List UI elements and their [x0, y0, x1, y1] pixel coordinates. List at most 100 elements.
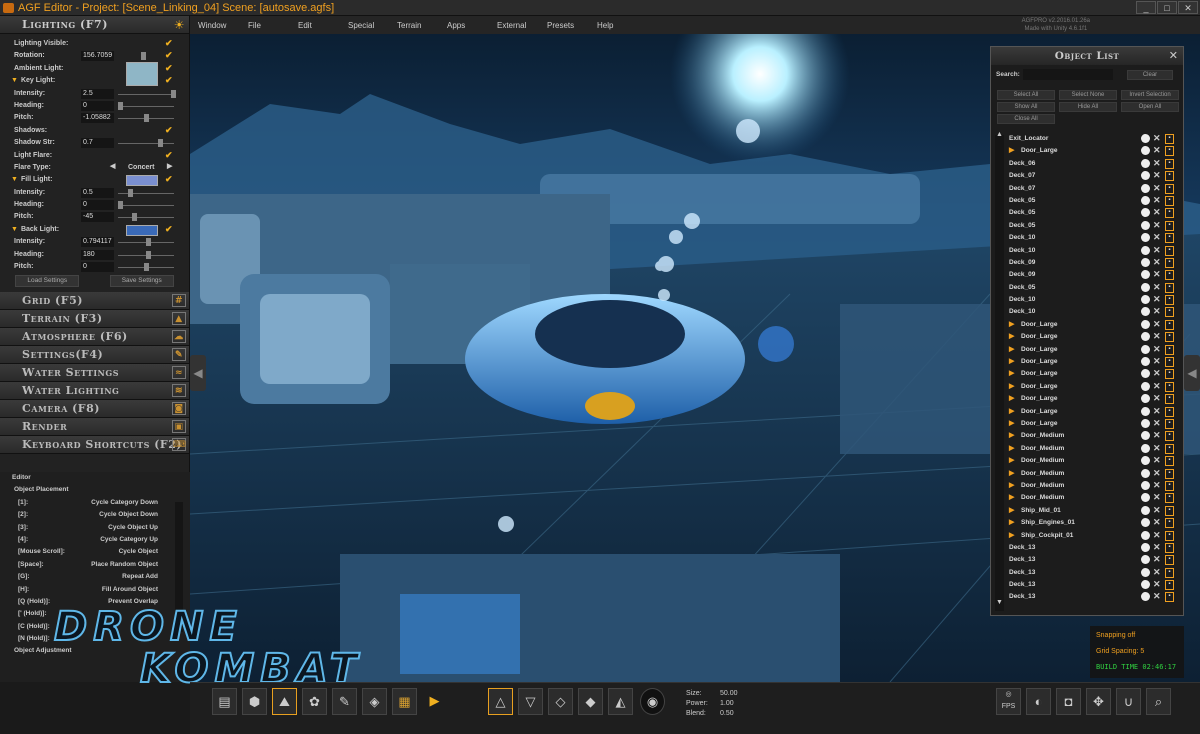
menu-window[interactable]: Window [198, 21, 226, 30]
lock-icon[interactable]: ▪ [1165, 195, 1174, 206]
visibility-eye-icon[interactable] [1141, 530, 1150, 540]
key-heading-handle[interactable] [118, 101, 123, 110]
delete-x-icon[interactable]: ✕ [1153, 505, 1161, 516]
menu-external[interactable]: External [497, 21, 526, 30]
visibility-eye-icon[interactable] [1141, 518, 1150, 528]
visibility-eye-icon[interactable] [1141, 480, 1150, 490]
visibility-eye-icon[interactable] [1141, 592, 1150, 602]
delete-x-icon[interactable]: ✕ [1153, 232, 1161, 243]
key-intensity-field[interactable]: 2.5 [81, 88, 114, 99]
visibility-eye-icon[interactable] [1141, 295, 1150, 305]
clear-button[interactable]: Clear [1127, 70, 1173, 80]
flare-prev-arrow[interactable]: ◀ [110, 162, 115, 170]
object-list-item[interactable]: ▶ Door_Large ✕ ▪ [991, 344, 1185, 356]
object-list-item[interactable]: Deck_05 ✕ ▪ [991, 220, 1185, 232]
delete-x-icon[interactable]: ✕ [1153, 195, 1161, 206]
key-heading-slider[interactable] [118, 105, 174, 107]
delete-x-icon[interactable]: ✕ [1153, 294, 1161, 305]
lower-terrain-icon[interactable]: ▽ [518, 688, 543, 715]
delete-x-icon[interactable]: ✕ [1153, 220, 1161, 231]
object-list-item[interactable]: Deck_13 ✕ ▪ [991, 542, 1185, 554]
flatten-terrain-icon[interactable]: ◭ [608, 688, 633, 715]
fill-heading-handle[interactable] [118, 201, 123, 210]
visibility-eye-icon[interactable] [1141, 443, 1150, 453]
section-grid[interactable]: Grid (F5) # [0, 292, 189, 311]
section-water-lighting[interactable]: Water Lighting ≋ [0, 382, 189, 401]
eye-icon[interactable]: ◐ [1026, 688, 1051, 715]
delete-x-icon[interactable]: ✕ [1153, 207, 1161, 218]
lock-icon[interactable]: ▪ [1165, 134, 1174, 144]
object-list-item[interactable]: Deck_10 ✕ ▪ [991, 306, 1185, 318]
rotation-handle[interactable] [141, 52, 146, 61]
delete-x-icon[interactable]: ✕ [1153, 530, 1161, 541]
delete-x-icon[interactable]: ✕ [1153, 443, 1161, 454]
terrain-tool-icon[interactable]: ⛰ [272, 688, 297, 715]
lock-icon[interactable]: ▪ [1165, 307, 1174, 318]
delete-x-icon[interactable]: ✕ [1153, 145, 1161, 156]
collapse-left-panel-button[interactable]: ◀ [190, 355, 206, 391]
rotation-field[interactable]: 156.7059 [81, 51, 114, 62]
expand-arrow-icon[interactable]: ▶ [1009, 493, 1014, 501]
back-intensity-field[interactable]: 0.794117 [81, 237, 114, 248]
visibility-eye-icon[interactable] [1141, 220, 1150, 230]
lighting-visible-checkbox[interactable]: ✔ [165, 38, 173, 49]
back-pitch-field[interactable]: 0 [81, 262, 114, 273]
object-list-item[interactable]: Deck_07 ✕ ▪ [991, 183, 1185, 195]
lock-icon[interactable]: ▪ [1165, 567, 1174, 578]
fill-pitch-handle[interactable] [132, 213, 137, 222]
object-list-item[interactable]: Deck_13 ✕ ▪ [991, 567, 1185, 579]
visibility-eye-icon[interactable] [1141, 171, 1150, 181]
expand-arrow-icon[interactable]: ▶ [1009, 469, 1014, 477]
delete-x-icon[interactable]: ✕ [1153, 468, 1161, 479]
close-window-button[interactable]: ✕ [1178, 1, 1198, 14]
lock-icon[interactable]: ▪ [1165, 369, 1174, 380]
visibility-eye-icon[interactable] [1141, 344, 1150, 354]
magnet-icon[interactable]: ∪ [1116, 688, 1141, 715]
section-render[interactable]: Render ▣ [0, 418, 189, 437]
object-icon[interactable]: ⬢ [242, 688, 267, 715]
delete-x-icon[interactable]: ✕ [1153, 579, 1161, 590]
back-heading-field[interactable]: 180 [81, 249, 114, 260]
delete-x-icon[interactable]: ✕ [1153, 455, 1161, 466]
visibility-eye-icon[interactable] [1141, 567, 1150, 577]
delete-x-icon[interactable]: ✕ [1153, 306, 1161, 317]
light-flare-checkbox[interactable]: ✔ [165, 150, 173, 161]
fill-intensity-slider[interactable] [118, 192, 174, 194]
visibility-eye-icon[interactable] [1141, 431, 1150, 441]
visibility-eye-icon[interactable] [1141, 183, 1150, 193]
delete-x-icon[interactable]: ✕ [1153, 517, 1161, 528]
lock-icon[interactable]: ▪ [1165, 456, 1174, 467]
flare-next-arrow[interactable]: ▶ [167, 162, 172, 170]
delete-x-icon[interactable]: ✕ [1153, 418, 1161, 429]
delete-x-icon[interactable]: ✕ [1153, 183, 1161, 194]
lock-icon[interactable]: ▪ [1165, 332, 1174, 343]
visibility-eye-icon[interactable] [1141, 555, 1150, 565]
section-settings[interactable]: Settings(F4) ✎ [0, 346, 189, 365]
raise-terrain-icon[interactable]: △ [488, 688, 513, 715]
key-intensity-handle[interactable] [171, 89, 176, 98]
visibility-eye-icon[interactable] [1141, 542, 1150, 552]
expand-arrow-icon[interactable]: ▶ [1009, 518, 1014, 526]
expand-arrow-icon[interactable]: ▶ [1009, 146, 1014, 154]
search-input[interactable] [1023, 69, 1113, 80]
select-all-button[interactable]: Select All [997, 90, 1055, 100]
object-list-item[interactable]: Deck_10 ✕ ▪ [991, 294, 1185, 306]
expand-arrow-icon[interactable]: ▶ [1009, 431, 1014, 439]
zoom-icon[interactable]: ⌕ [1146, 688, 1171, 715]
object-list-item[interactable]: ▶ Door_Medium ✕ ▪ [991, 492, 1185, 504]
brush-blend-value[interactable]: 0.50 [720, 710, 734, 717]
visibility-eye-icon[interactable] [1141, 406, 1150, 416]
delete-x-icon[interactable]: ✕ [1153, 170, 1161, 181]
visibility-eye-icon[interactable] [1141, 319, 1150, 329]
lock-icon[interactable]: ▪ [1165, 406, 1174, 417]
object-list-item[interactable]: ▶ Door_Medium ✕ ▪ [991, 443, 1185, 455]
brush-icon[interactable]: ✎ [332, 688, 357, 715]
delete-x-icon[interactable]: ✕ [1153, 356, 1161, 367]
expand-arrow-icon[interactable]: ▶ [1009, 332, 1014, 340]
object-list-item[interactable]: Deck_13 ✕ ▪ [991, 579, 1185, 591]
expand-arrow-icon[interactable]: ▶ [1009, 357, 1014, 365]
visibility-eye-icon[interactable] [1141, 357, 1150, 367]
lock-icon[interactable]: ▪ [1165, 542, 1174, 553]
rotation-checkbox[interactable]: ✔ [165, 50, 173, 61]
menu-terrain[interactable]: Terrain [397, 21, 421, 30]
